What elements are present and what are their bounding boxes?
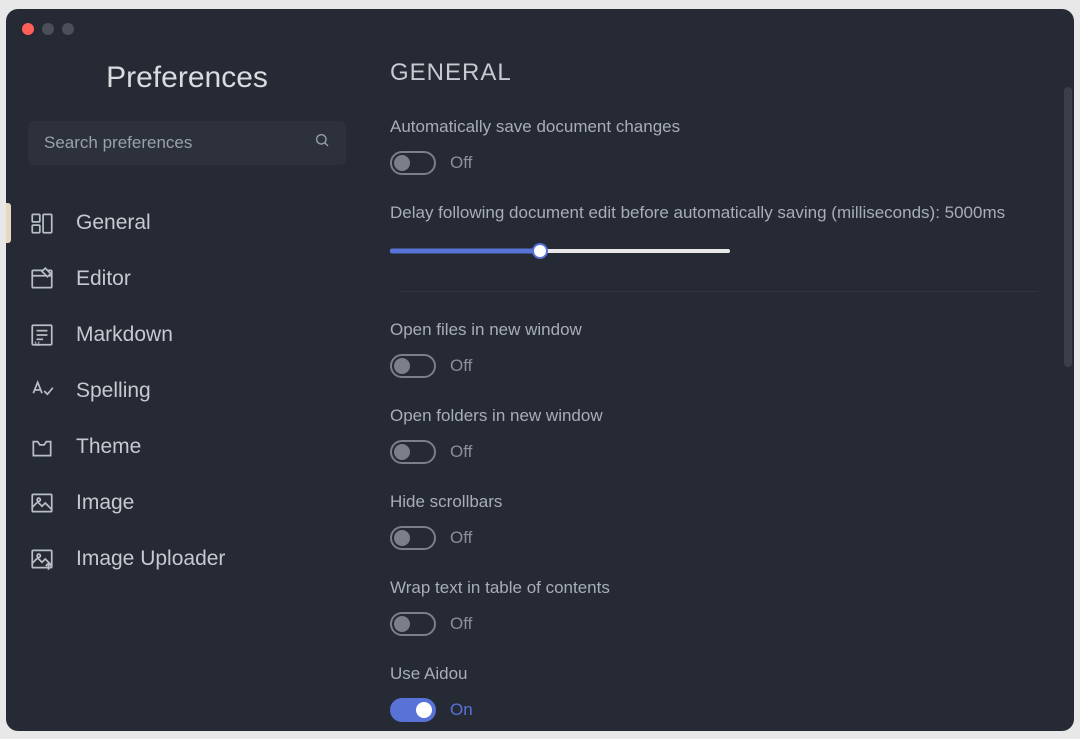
toggle-state-label: Off (450, 442, 472, 462)
nav-list: General Editor M Markdown (6, 195, 368, 587)
slider-thumb[interactable] (532, 243, 548, 259)
image-icon (28, 489, 56, 517)
setting-open-folders: Open folders in new window Off (390, 406, 1038, 464)
sidebar-item-label: Image (76, 491, 134, 515)
sidebar-item-label: Spelling (76, 379, 151, 403)
titlebar (6, 9, 1074, 49)
setting-delay: Delay following document edit before aut… (390, 203, 1038, 261)
maximize-window-button[interactable] (62, 23, 74, 35)
sidebar-item-spelling[interactable]: Spelling (6, 363, 368, 419)
toggle-state-label: On (450, 700, 473, 720)
sidebar-item-editor[interactable]: Editor (6, 251, 368, 307)
setting-label: Open folders in new window (390, 406, 1038, 426)
preferences-window: Preferences General E (6, 9, 1074, 731)
content-title: GENERAL (390, 59, 1038, 87)
toggle-state-label: Off (450, 153, 472, 173)
sidebar-title: Preferences (6, 61, 368, 95)
svg-text:M: M (34, 340, 39, 347)
image-upload-icon (28, 545, 56, 573)
sidebar-item-label: Editor (76, 267, 131, 291)
sidebar-item-label: General (76, 211, 151, 235)
toggle-wrap-toc[interactable] (390, 612, 436, 636)
setting-auto-save: Automatically save document changes Off (390, 117, 1038, 175)
sidebar: Preferences General E (6, 49, 368, 731)
setting-use-aidou: Use Aidou On (390, 664, 1038, 722)
sidebar-item-theme[interactable]: Theme (6, 419, 368, 475)
setting-label: Use Aidou (390, 664, 1038, 684)
sidebar-item-label: Theme (76, 435, 141, 459)
sidebar-item-general[interactable]: General (6, 195, 368, 251)
setting-label: Wrap text in table of contents (390, 578, 1038, 598)
delay-slider[interactable] (390, 241, 730, 261)
editor-icon (28, 265, 56, 293)
search-box[interactable] (28, 121, 346, 165)
setting-wrap-toc: Wrap text in table of contents Off (390, 578, 1038, 636)
sidebar-item-label: Markdown (76, 323, 173, 347)
toggle-open-folders[interactable] (390, 440, 436, 464)
setting-label: Hide scrollbars (390, 492, 1038, 512)
divider (400, 291, 1038, 292)
setting-open-files: Open files in new window Off (390, 320, 1038, 378)
sidebar-item-image-uploader[interactable]: Image Uploader (6, 531, 368, 587)
toggle-state-label: Off (450, 356, 472, 376)
main-area: Preferences General E (6, 49, 1074, 731)
setting-hide-scrollbars: Hide scrollbars Off (390, 492, 1038, 550)
theme-icon (28, 433, 56, 461)
spelling-icon (28, 377, 56, 405)
minimize-window-button[interactable] (42, 23, 54, 35)
toggle-state-label: Off (450, 528, 472, 548)
setting-label: Automatically save document changes (390, 117, 1038, 137)
layout-icon (28, 209, 56, 237)
sidebar-item-markdown[interactable]: M Markdown (6, 307, 368, 363)
toggle-auto-save[interactable] (390, 151, 436, 175)
sidebar-item-image[interactable]: Image (6, 475, 368, 531)
toggle-use-aidou[interactable] (390, 698, 436, 722)
sidebar-item-label: Image Uploader (76, 547, 225, 571)
toggle-hide-scrollbars[interactable] (390, 526, 436, 550)
setting-label: Open files in new window (390, 320, 1038, 340)
search-icon (314, 132, 330, 153)
close-window-button[interactable] (22, 23, 34, 35)
search-input[interactable] (44, 133, 314, 153)
setting-label: Delay following document edit before aut… (390, 203, 1038, 223)
toggle-open-files[interactable] (390, 354, 436, 378)
scrollbar[interactable] (1064, 87, 1072, 367)
content: GENERAL Automatically save document chan… (368, 49, 1074, 731)
toggle-state-label: Off (450, 614, 472, 634)
markdown-icon: M (28, 321, 56, 349)
